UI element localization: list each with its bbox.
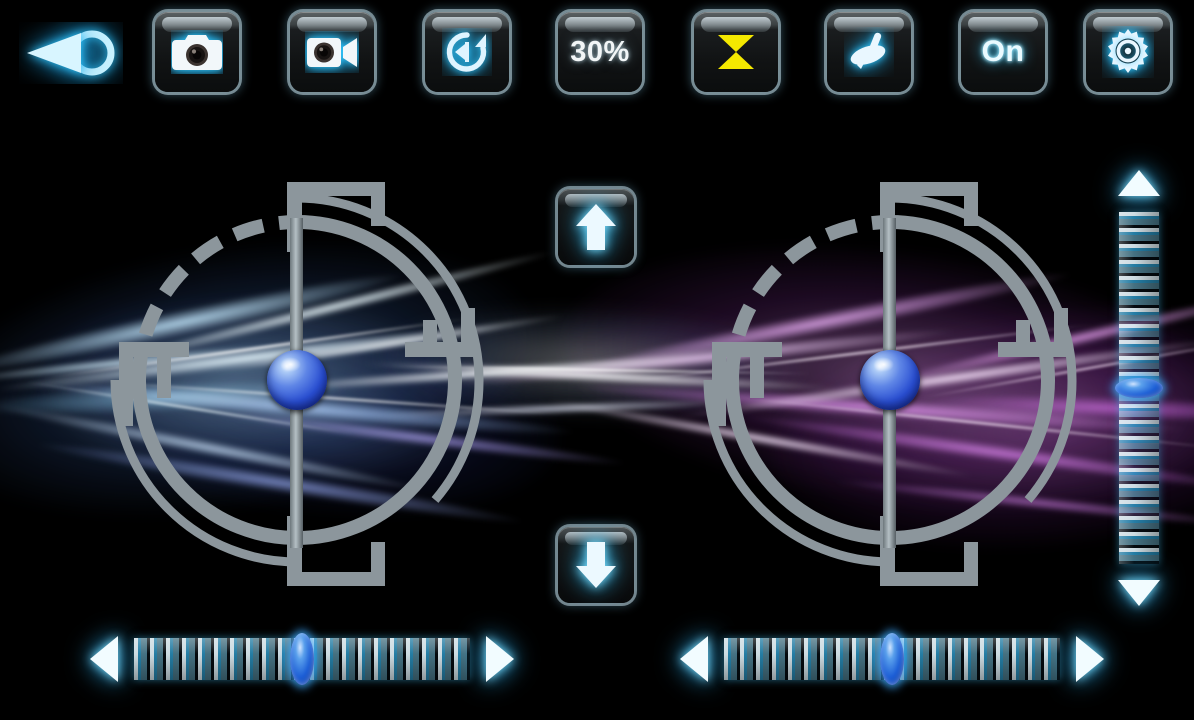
headless-toggle[interactable]: On	[961, 12, 1045, 92]
settings-button[interactable]	[1086, 12, 1170, 92]
pitch-trim-track[interactable]	[1115, 212, 1163, 564]
triangle-up-icon[interactable]	[1116, 168, 1162, 198]
video-camera-icon	[307, 38, 357, 67]
triangle-left-icon[interactable]	[678, 634, 710, 684]
camera-icon	[172, 35, 222, 70]
flip-mode-button[interactable]	[694, 12, 778, 92]
left-trim-slider[interactable]	[88, 624, 516, 694]
gyro-button[interactable]	[827, 12, 911, 92]
right-trim-slider[interactable]	[678, 624, 1106, 694]
top-toolbar: 30% On	[0, 0, 1194, 108]
altitude-down-button[interactable]	[558, 527, 634, 603]
back-button[interactable]	[16, 18, 126, 88]
left-trim-thumb[interactable]	[290, 633, 314, 685]
spinning-top-icon	[850, 32, 886, 69]
right-trim-thumb[interactable]	[880, 633, 904, 685]
video-button[interactable]	[290, 12, 374, 92]
pitch-trim-thumb[interactable]	[1115, 378, 1163, 398]
right-trim-track[interactable]	[724, 633, 1060, 685]
photo-button[interactable]	[155, 12, 239, 92]
speed-button[interactable]: 30%	[558, 12, 642, 92]
app-root: 30% On	[0, 0, 1194, 720]
left-joystick[interactable]	[105, 160, 489, 600]
left-trim-track[interactable]	[134, 633, 470, 685]
rotate-mirror-icon	[446, 32, 487, 72]
left-joystick-knob[interactable]	[267, 350, 327, 410]
speed-label: 30%	[570, 35, 630, 68]
triangle-right-icon[interactable]	[1074, 634, 1106, 684]
arrow-up-icon	[576, 204, 616, 250]
pitch-trim-slider[interactable]	[1104, 168, 1174, 608]
hourglass-icon	[718, 35, 754, 69]
altitude-up-button[interactable]	[558, 189, 634, 265]
right-joystick-knob[interactable]	[860, 350, 920, 410]
triangle-right-icon[interactable]	[484, 634, 516, 684]
gear-icon	[1108, 29, 1148, 73]
right-joystick[interactable]	[698, 160, 1082, 600]
triangle-left-icon[interactable]	[88, 634, 120, 684]
flip-rotate-button[interactable]	[425, 12, 509, 92]
headless-toggle-label: On	[981, 35, 1025, 68]
arrow-down-icon	[576, 542, 616, 588]
triangle-down-icon[interactable]	[1116, 578, 1162, 608]
